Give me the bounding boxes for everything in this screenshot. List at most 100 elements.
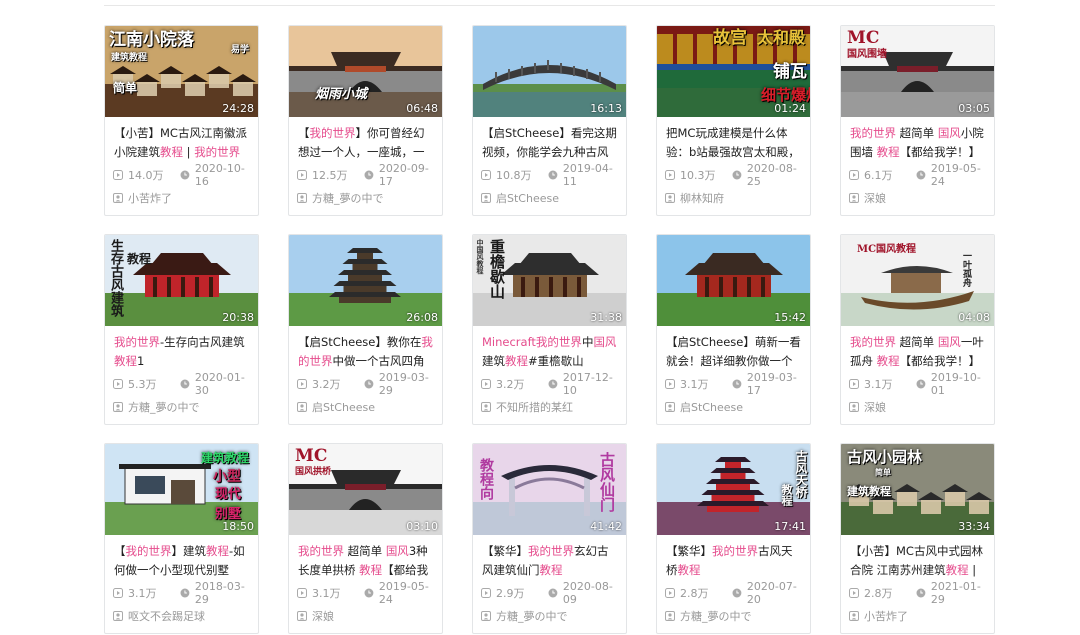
clock-icon (364, 379, 374, 389)
uploader[interactable]: 深娘 (849, 399, 994, 415)
video-thumbnail[interactable]: 17:41 古风天桥 教程 (657, 444, 810, 535)
publish-date: 2019-05-24 (916, 162, 994, 188)
play-count-icon (113, 170, 123, 180)
video-thumbnail[interactable]: 04:08 MC国风教程 一叶孤舟 (841, 235, 994, 326)
uploader-name[interactable]: 方糖_夢の中で (680, 608, 752, 624)
uploader-name[interactable]: 不知所措的某红 (496, 399, 573, 415)
video-thumbnail[interactable]: 18:50 建筑教程 小型 现代 别墅 (105, 444, 258, 535)
uploader-name[interactable]: 小苦炸了 (864, 608, 908, 624)
uploader[interactable]: 方糖_夢の中で (297, 190, 442, 206)
video-thumbnail[interactable]: 24:28 江南小院落 建筑教程 简单 易学 (105, 26, 258, 117)
uploader[interactable]: 启StCheese (481, 190, 626, 206)
video-title[interactable]: 【启StCheese】看完这期视频，你能学会九种古风桥 (482, 124, 618, 162)
uploader[interactable]: 呕文不会踢足球 (113, 608, 258, 624)
video-card-15[interactable]: 33:34 古风小园林 简单 建筑教程 【小苦】MC古风中式园林合院 江南苏州建筑教… (840, 443, 995, 634)
video-title[interactable]: 我的世界 超简单 国风小院围墙 教程【都给我学！】 (850, 124, 986, 162)
video-title[interactable]: 【小苦】MC古风中式园林合院 江南苏州建筑教程 | 我 (850, 542, 986, 580)
uploader[interactable]: 小苦炸了 (849, 608, 994, 624)
uploader[interactable]: 深娘 (297, 608, 442, 624)
thumbnail-caption: 古风仙门 (598, 452, 616, 512)
video-card-1[interactable]: 24:28 江南小院落 建筑教程 简单 易学 【小苦】MC古风江南徽派小院建筑教程 |… (104, 25, 259, 216)
video-title[interactable]: 我的世界 超简单 国风3种长度单拱桥 教程【都给我 (298, 542, 434, 580)
uploader[interactable]: 方糖_夢の中で (113, 399, 258, 415)
video-card-13[interactable]: 41:42 教程向 古风仙门 【繁华】我的世界玄幻古风建筑仙门教程 2.9万 20… (472, 443, 627, 634)
video-thumbnail[interactable]: 33:34 古风小园林 简单 建筑教程 (841, 444, 994, 535)
uploader[interactable]: 方糖_夢の中で (481, 608, 626, 624)
title-keyword: 教程 (539, 563, 563, 577)
uploader-name[interactable]: 方糖_夢の中で (128, 399, 200, 415)
video-title[interactable]: 我的世界-生存向古风建筑教程1 (114, 333, 250, 371)
video-card-8[interactable]: 31:38 重檐歇山 中国风教程 Minecraft我的世界中国风建筑教程#重檐歇… (472, 234, 627, 425)
view-count: 3.2万 (481, 376, 525, 392)
clock-icon (916, 379, 926, 389)
publish-date: 2019-10-01 (916, 371, 994, 397)
video-card-14[interactable]: 17:41 古风天桥 教程 【繁华】我的世界古风天桥教程 2.8万 2020-07… (656, 443, 811, 634)
video-title[interactable]: 【我的世界】建筑教程-如何做一个小型现代别墅 (114, 542, 250, 580)
uploader[interactable]: 启StCheese (297, 399, 442, 415)
play-count-icon (665, 588, 675, 598)
video-card-9[interactable]: 15:42 【启StCheese】萌新一看就会！超详细教你做一个 3.1万 20… (656, 234, 811, 425)
video-thumbnail[interactable]: 20:38 生存古风建筑 教程 (105, 235, 258, 326)
uploader-name[interactable]: 启StCheese (496, 190, 559, 206)
uploader[interactable]: 不知所措的某红 (481, 399, 626, 415)
video-title[interactable]: 把MC玩成建模是什么体验：b站最强故宫太和殿， (666, 124, 802, 162)
video-card-7[interactable]: 26:08 【启StCheese】教你在我的世界中做一个古风四角攒 3.2万 2… (288, 234, 443, 425)
video-title[interactable]: 【启StCheese】萌新一看就会！超详细教你做一个 (666, 333, 802, 371)
uploader-icon (849, 402, 859, 412)
video-title[interactable]: 【启StCheese】教你在我的世界中做一个古风四角攒 (298, 333, 434, 371)
video-title[interactable]: 【小苦】MC古风江南徽派小院建筑教程 | 我的世界mc (114, 124, 250, 162)
video-title[interactable]: Minecraft我的世界中国风建筑教程#重檐歇山 (482, 333, 618, 371)
video-thumbnail[interactable]: 26:08 (289, 235, 442, 326)
video-title[interactable]: 我的世界 超简单 国风一叶孤舟 教程【都给我学！】 (850, 333, 986, 371)
publish-date: 2019-03-17 (732, 371, 810, 397)
view-count-text: 10.8万 (496, 169, 532, 182)
video-card-11[interactable]: 18:50 建筑教程 小型 现代 别墅 【我的世界】建筑教程-如何做一个小型现代别墅 … (104, 443, 259, 634)
uploader-name[interactable]: 小苦炸了 (128, 190, 172, 206)
uploader-name[interactable]: 深娘 (864, 190, 886, 206)
uploader[interactable]: 柳林知府 (665, 190, 810, 206)
uploader-name[interactable]: 呕文不会踢足球 (128, 608, 205, 624)
uploader-name[interactable]: 方糖_夢の中で (312, 190, 384, 206)
video-title[interactable]: 【我的世界】你可曾经幻想过一个人，一座城，一蓑烟 (298, 124, 434, 162)
uploader-icon (665, 611, 675, 621)
video-thumbnail[interactable]: 06:48 烟雨小城 (289, 26, 442, 117)
uploader[interactable]: 深娘 (849, 190, 994, 206)
uploader-name[interactable]: 深娘 (864, 399, 886, 415)
title-keyword: 我的世界 (850, 126, 896, 140)
video-thumbnail[interactable]: 03:10 MC 国风拱桥 (289, 444, 442, 535)
video-thumbnail[interactable]: 03:05 MC 国风围墙 (841, 26, 994, 117)
title-keyword: 教程 (876, 354, 900, 368)
uploader[interactable]: 方糖_夢の中で (665, 608, 810, 624)
video-thumbnail[interactable]: 01:24 故宫太和殿铺瓦细节爆炸 (657, 26, 810, 117)
uploader-name[interactable]: 方糖_夢の中で (496, 608, 568, 624)
video-card-6[interactable]: 20:38 生存古风建筑 教程 我的世界-生存向古风建筑教程1 5.3万 2020… (104, 234, 259, 425)
video-duration: 26:08 (406, 311, 438, 324)
video-duration: 15:42 (774, 311, 806, 324)
video-card-10[interactable]: 04:08 MC国风教程 一叶孤舟 我的世界 超简单 国风一叶孤舟 教程【都给我学… (840, 234, 995, 425)
video-card-4[interactable]: 01:24 故宫太和殿铺瓦细节爆炸 把MC玩成建模是什么体验：b站最强故宫太和殿… (656, 25, 811, 216)
view-count: 3.2万 (297, 376, 341, 392)
clock-icon (548, 379, 558, 389)
title-text: 把MC玩成建模是什么体验：b站最强故宫太和殿， (666, 126, 800, 159)
video-card-2[interactable]: 06:48 烟雨小城 【我的世界】你可曾经幻想过一个人，一座城，一蓑烟 12.5… (288, 25, 443, 216)
video-card-5[interactable]: 03:05 MC 国风围墙 我的世界 超简单 国风小院围墙 教程【都给我学！】 6… (840, 25, 995, 216)
video-thumbnail[interactable]: 16:13 (473, 26, 626, 117)
video-thumbnail[interactable]: 41:42 教程向 古风仙门 (473, 444, 626, 535)
thumbnail-caption: MC (847, 28, 880, 48)
clock-icon (732, 379, 742, 389)
video-card-12[interactable]: 03:10 MC 国风拱桥 我的世界 超简单 国风3种长度单拱桥 教程【都给我 3… (288, 443, 443, 634)
video-card-3[interactable]: 16:13 【启StCheese】看完这期视频，你能学会九种古风桥 10.8万 … (472, 25, 627, 216)
video-title[interactable]: 【繁华】我的世界古风天桥教程 (666, 542, 802, 580)
uploader[interactable]: 启StCheese (665, 399, 810, 415)
uploader-name[interactable]: 深娘 (312, 608, 334, 624)
uploader-name[interactable]: 启StCheese (680, 399, 743, 415)
play-count-icon (665, 170, 675, 180)
publish-date: 2018-03-29 (180, 580, 258, 606)
uploader-name[interactable]: 柳林知府 (680, 190, 724, 206)
uploader-name[interactable]: 启StCheese (312, 399, 375, 415)
video-title[interactable]: 【繁华】我的世界玄幻古风建筑仙门教程 (482, 542, 618, 580)
uploader[interactable]: 小苦炸了 (113, 190, 258, 206)
video-thumbnail[interactable]: 15:42 (657, 235, 810, 326)
title-keyword: 我的世界 (125, 544, 172, 558)
video-thumbnail[interactable]: 31:38 重檐歇山 中国风教程 (473, 235, 626, 326)
